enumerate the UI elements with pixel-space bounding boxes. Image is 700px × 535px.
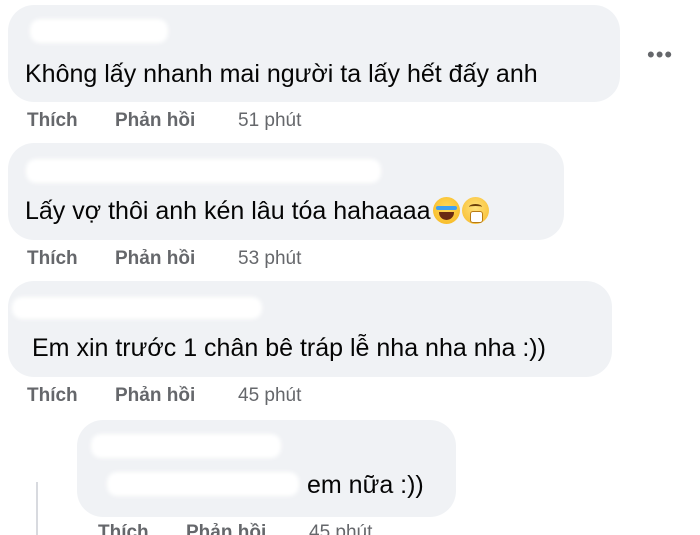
ellipsis-icon[interactable]: ••• (647, 42, 673, 68)
comment-timestamp[interactable]: 51 phút (238, 110, 301, 132)
comment-actions: Thích Phản hồi 45 phút (98, 522, 418, 535)
comment-timestamp[interactable]: 45 phút (309, 522, 372, 535)
comment-timestamp[interactable]: 53 phút (238, 248, 301, 270)
reply-button[interactable]: Phản hồi (115, 385, 195, 407)
comment-bubble: Em xin trước 1 chân bê tráp lễ nha nha n… (8, 281, 612, 377)
author-name-redacted (12, 297, 262, 319)
comment-text: em nữa :)) (307, 471, 424, 499)
shocked-emoji-icon (461, 197, 489, 224)
author-name-redacted (107, 472, 299, 496)
like-button[interactable]: Thích (98, 522, 149, 535)
reply-button[interactable]: Phản hồi (186, 522, 266, 535)
author-name-redacted (91, 434, 281, 458)
author-name-redacted (30, 19, 168, 43)
comment-text: Không lấy nhanh mai người ta lấy hết đấy… (25, 60, 538, 88)
comment-text: Em xin trước 1 chân bê tráp lễ nha nha n… (32, 334, 546, 362)
comment-section: Không lấy nhanh mai người ta lấy hết đấy… (0, 0, 700, 535)
comment-timestamp[interactable]: 45 phút (238, 385, 301, 407)
comment-text: Lấy vợ thôi anh kén lâu tóa hahaaaa (25, 197, 431, 225)
comment-bubble: Lấy vợ thôi anh kén lâu tóa hahaaaa (8, 143, 564, 240)
comment-actions: Thích Phản hồi 51 phút (27, 110, 347, 134)
comment-actions: Thích Phản hồi 45 phút (27, 385, 347, 409)
comment-text-row: Lấy vợ thôi anh kén lâu tóa hahaaaa (25, 196, 489, 226)
reply-thread-line (36, 482, 38, 535)
reply-button[interactable]: Phản hồi (115, 248, 195, 270)
reply-bubble: em nữa :)) (77, 420, 456, 517)
like-button[interactable]: Thích (27, 110, 78, 132)
laughing-tears-emoji-icon (432, 197, 460, 224)
like-button[interactable]: Thích (27, 248, 78, 270)
comment-actions: Thích Phản hồi 53 phút (27, 248, 347, 272)
reply-button[interactable]: Phản hồi (115, 110, 195, 132)
comment-bubble: Không lấy nhanh mai người ta lấy hết đấy… (8, 5, 620, 102)
like-button[interactable]: Thích (27, 385, 78, 407)
author-name-redacted (26, 159, 381, 183)
